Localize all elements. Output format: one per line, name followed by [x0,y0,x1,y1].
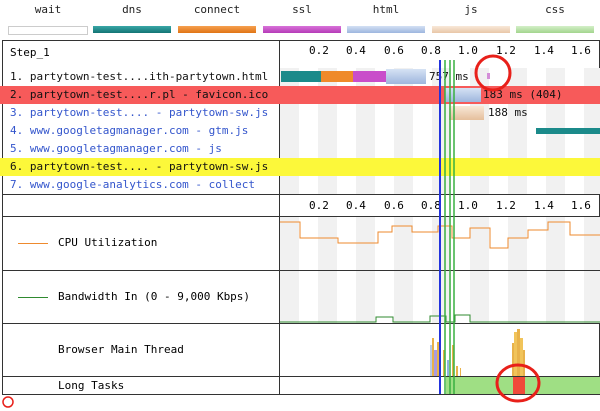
annotation-circle [474,54,512,92]
annotation-dot [2,396,14,408]
long-task-bad [513,377,525,394]
timeline-graphs [2,54,600,408]
